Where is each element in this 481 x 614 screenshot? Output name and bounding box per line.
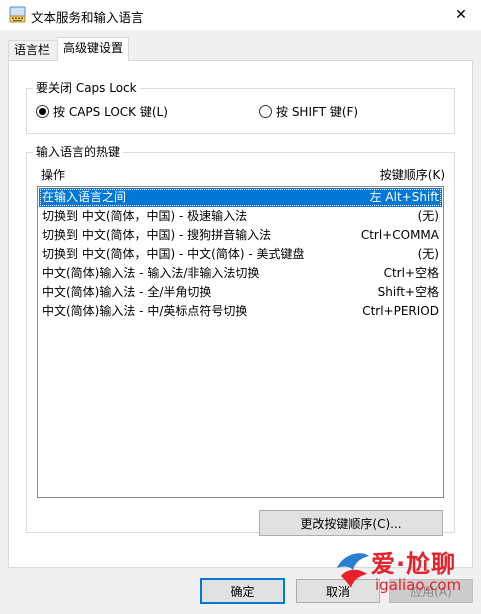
- list-item[interactable]: 中文(简体)输入法 - 全/半角切换 Shift+空格: [39, 283, 442, 302]
- radio-indicator[interactable]: [36, 105, 49, 118]
- hotkey-action: 中文(简体)输入法 - 中/英标点符号切换: [42, 304, 248, 318]
- ok-button[interactable]: 确定: [200, 578, 285, 604]
- watermark-url: igaliao.com: [375, 576, 462, 594]
- hotkeys-group-label: 输入语言的热键: [33, 144, 124, 160]
- hotkey-list[interactable]: 在输入语言之间 左 Alt+Shift 切换到 中文(简体，中国) - 极速输入…: [37, 186, 444, 498]
- list-item[interactable]: 中文(简体)输入法 - 中/英标点符号切换 Ctrl+PERIOD: [39, 302, 442, 321]
- list-item[interactable]: 在输入语言之间 左 Alt+Shift: [39, 188, 442, 207]
- watermark-title: 爱·尬聊: [371, 550, 457, 578]
- hotkey-keys: Ctrl+COMMA: [360, 228, 439, 242]
- bird-logo-icon: [337, 553, 369, 588]
- tab-language-bar[interactable]: 语言栏: [8, 40, 58, 60]
- hotkey-keys: 左 Alt+Shift: [369, 190, 439, 204]
- window-title: 文本服务和输入语言: [31, 10, 144, 25]
- keyboard-app-icon: [9, 6, 26, 23]
- list-item[interactable]: 切换到 中文(简体，中国) - 搜狗拼音输入法 Ctrl+COMMA: [39, 226, 442, 245]
- radio-label: 按 CAPS LOCK 键(L): [53, 105, 168, 119]
- caps-lock-group: 要关闭 Caps Lock 按 CAPS LOCK 键(L) 按 SHIFT 键…: [26, 80, 455, 134]
- tab-label: 语言栏: [14, 43, 51, 57]
- list-item[interactable]: 切换到 中文(简体，中国) - 中文(简体) - 美式键盘 (无): [39, 245, 442, 264]
- button-label: 更改按键顺序(C)...: [300, 516, 402, 531]
- hotkey-keys: (无): [417, 209, 439, 223]
- hotkey-action: 中文(简体)输入法 - 输入法/非输入法切换: [42, 266, 260, 280]
- column-header-keys: 按键顺序(K): [379, 168, 445, 182]
- hotkey-keys: (无): [417, 247, 439, 261]
- caps-lock-group-label: 要关闭 Caps Lock: [33, 80, 140, 96]
- hotkey-action: 在输入语言之间: [42, 190, 127, 204]
- list-item[interactable]: 中文(简体)输入法 - 输入法/非输入法切换 Ctrl+空格: [39, 264, 442, 283]
- hotkey-action: 切换到 中文(简体，中国) - 极速输入法: [42, 209, 248, 223]
- hotkey-keys: Ctrl+空格: [383, 266, 439, 280]
- radio-caps-lock-key[interactable]: 按 CAPS LOCK 键(L): [36, 103, 168, 120]
- radio-label: 按 SHIFT 键(F): [276, 105, 359, 119]
- hotkey-action: 中文(简体)输入法 - 全/半角切换: [42, 285, 212, 299]
- button-label: 确定: [230, 584, 255, 599]
- column-header-action: 操作: [41, 168, 66, 182]
- site-watermark: 爱·尬聊 igaliao.com: [333, 538, 475, 606]
- hotkey-keys: Ctrl+PERIOD: [362, 304, 439, 318]
- close-button[interactable]: ✕: [441, 0, 481, 30]
- title-bar: 文本服务和输入语言 ✕: [0, 0, 481, 30]
- list-item[interactable]: 切换到 中文(简体，中国) - 极速输入法 (无): [39, 207, 442, 226]
- hotkey-action: 切换到 中文(简体，中国) - 搜狗拼音输入法: [42, 228, 272, 242]
- tab-advanced-key-settings[interactable]: 高级键设置: [57, 37, 129, 61]
- hotkey-keys: Shift+空格: [377, 285, 439, 299]
- tab-label: 高级键设置: [63, 41, 124, 55]
- close-icon: ✕: [455, 7, 467, 23]
- change-key-sequence-button[interactable]: 更改按键顺序(C)...: [259, 510, 443, 536]
- hotkey-action: 切换到 中文(简体，中国) - 中文(简体) - 美式键盘: [42, 247, 305, 261]
- radio-indicator[interactable]: [259, 105, 272, 118]
- radio-shift-key[interactable]: 按 SHIFT 键(F): [259, 103, 358, 120]
